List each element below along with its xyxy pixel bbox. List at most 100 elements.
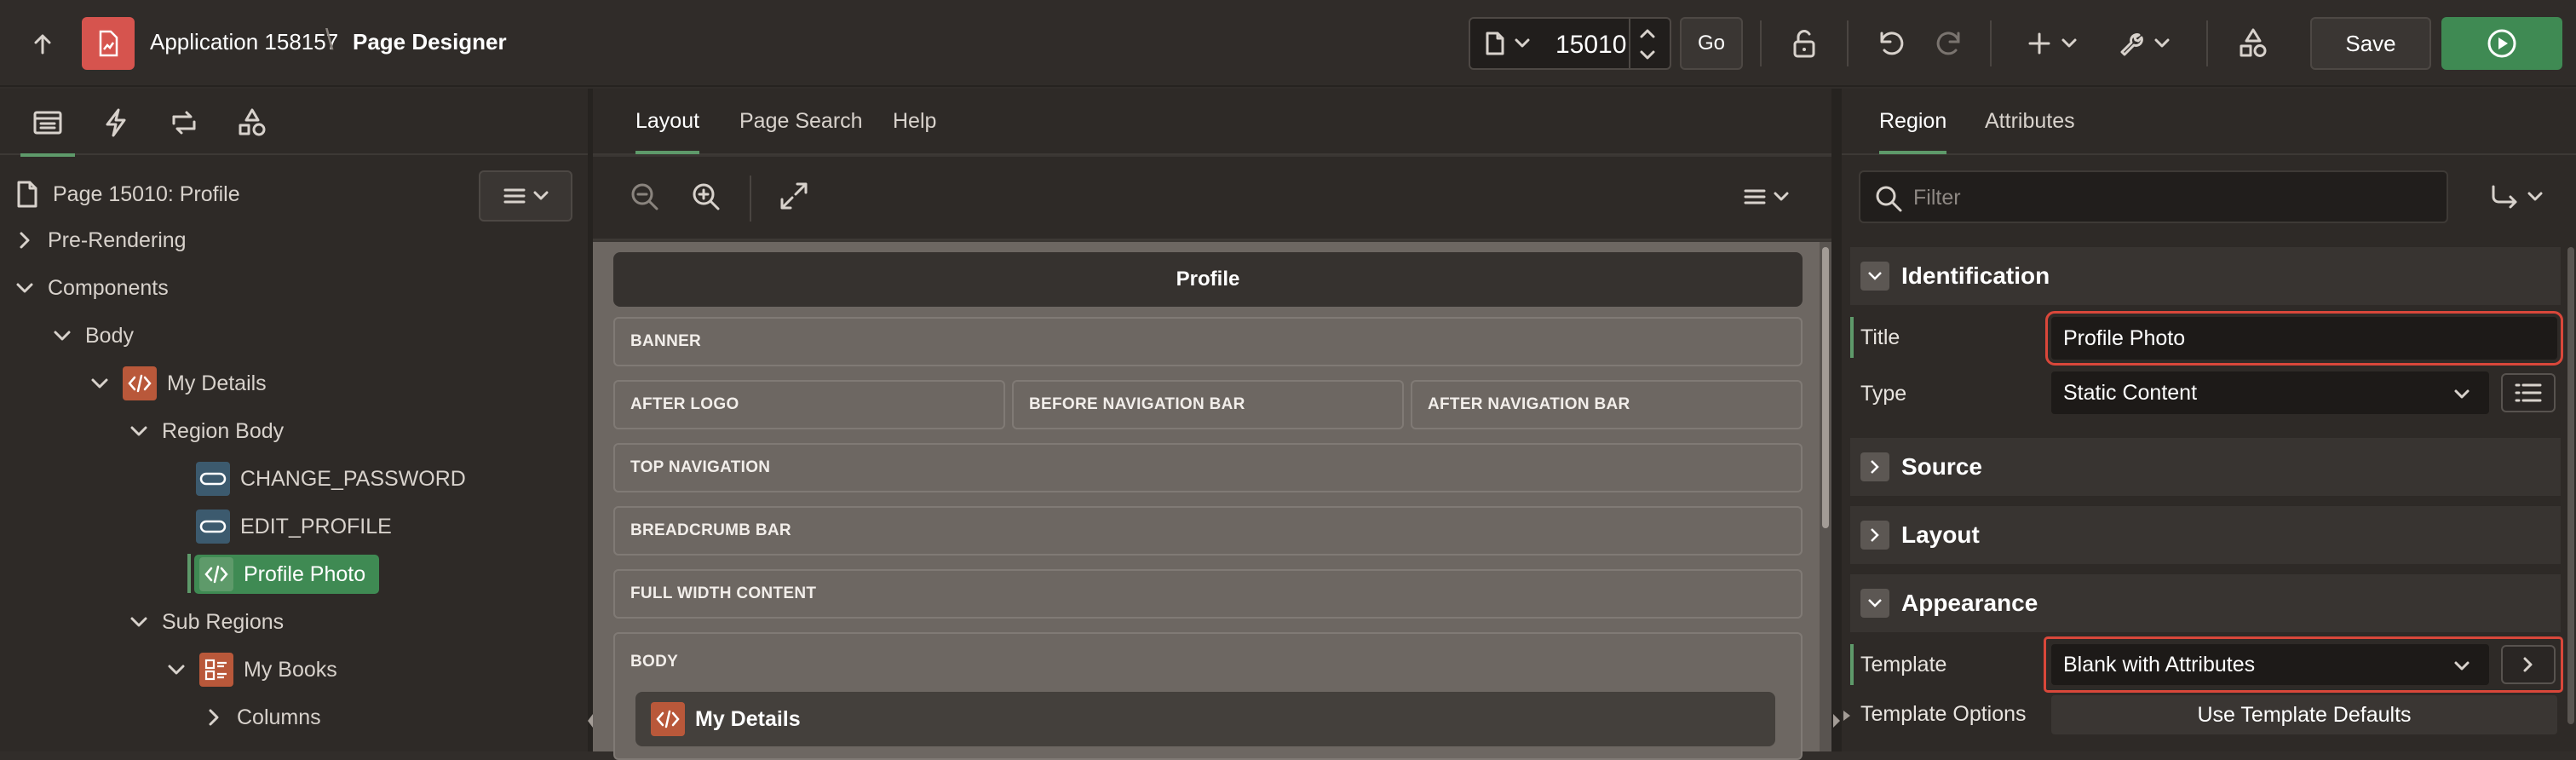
tree-root-page[interactable]: Page 15010: Profile bbox=[12, 172, 240, 216]
region-my-details[interactable]: My Details bbox=[635, 692, 1775, 746]
slot-full-width-content[interactable]: FULL WIDTH CONTENT bbox=[613, 569, 1803, 619]
tab-dynamic-actions[interactable] bbox=[97, 104, 135, 141]
lock-icon[interactable] bbox=[1785, 24, 1825, 63]
tree-item-edit-profile[interactable]: EDIT_PROFILE bbox=[196, 504, 392, 549]
utilities-wrench-icon[interactable] bbox=[2116, 24, 2176, 63]
title-label: Title bbox=[1860, 325, 1900, 349]
tree-item-components[interactable]: Components bbox=[14, 266, 169, 310]
application-name[interactable]: Application 158157 bbox=[150, 29, 338, 55]
go-button[interactable]: Go bbox=[1680, 17, 1743, 70]
save-button[interactable]: Save bbox=[2310, 17, 2431, 70]
shared-components-icon[interactable] bbox=[2234, 24, 2273, 63]
list-picker-button[interactable] bbox=[2501, 373, 2556, 412]
template-link-button[interactable] bbox=[2501, 645, 2556, 684]
undo-icon[interactable] bbox=[1871, 24, 1910, 63]
page-title[interactable]: Profile bbox=[613, 252, 1803, 307]
chevron-down-icon bbox=[91, 378, 108, 389]
title-input[interactable]: Profile Photo bbox=[2045, 311, 2563, 366]
property-tabs: Region Attributes bbox=[1842, 89, 2576, 155]
chevron-right-icon[interactable] bbox=[1860, 452, 1889, 481]
tree-item-region-body[interactable]: Region Body bbox=[128, 409, 284, 453]
tree-item-my-details[interactable]: My Details bbox=[89, 361, 267, 406]
tab-layout[interactable]: Layout bbox=[635, 109, 700, 154]
tab-processing[interactable] bbox=[165, 104, 203, 141]
right-splitter[interactable] bbox=[1831, 89, 1842, 751]
button-icon bbox=[196, 462, 230, 496]
prop-type: Type Static Content bbox=[1850, 368, 2561, 419]
expand-icon[interactable] bbox=[779, 181, 809, 211]
zoom-out-icon[interactable] bbox=[629, 181, 661, 213]
menu-icon bbox=[503, 188, 526, 204]
chevron-right-icon bbox=[209, 709, 219, 726]
increment-icon[interactable] bbox=[1639, 27, 1656, 39]
type-select[interactable]: Static Content bbox=[2051, 371, 2489, 414]
layout-menu-button[interactable] bbox=[1743, 186, 1794, 210]
slot-banner[interactable]: BANNER bbox=[613, 317, 1803, 366]
tree-menu-button[interactable] bbox=[479, 170, 572, 222]
tree-item-profile-photo[interactable]: Profile Photo bbox=[194, 552, 380, 596]
filter-input[interactable] bbox=[1912, 182, 2423, 213]
tree-item-body[interactable]: Body bbox=[51, 314, 134, 358]
template-select[interactable]: Blank with Attributes bbox=[2051, 644, 2489, 685]
tree-item-my-books[interactable]: My Books bbox=[165, 648, 337, 692]
chevron-right-icon bbox=[20, 232, 30, 249]
tree-root-label: Page 15010: Profile bbox=[53, 181, 240, 206]
canvas-scrollbar[interactable] bbox=[1820, 242, 1831, 751]
search-icon bbox=[1876, 186, 1902, 212]
chevron-right-icon[interactable] bbox=[1860, 521, 1889, 550]
tab-help[interactable]: Help bbox=[893, 109, 936, 134]
template-options-button[interactable]: Use Template Defaults bbox=[2051, 695, 2557, 734]
section-source[interactable]: Source bbox=[1850, 438, 2561, 496]
slot-before-navigation-bar[interactable]: BEFORE NAVIGATION BAR bbox=[1012, 380, 1404, 429]
up-arrow-icon[interactable] bbox=[26, 27, 60, 61]
expand-arrow-icon bbox=[1843, 711, 1850, 721]
slot-top-navigation[interactable]: TOP NAVIGATION bbox=[613, 443, 1803, 492]
section-layout[interactable]: Layout bbox=[1850, 506, 2561, 564]
top-toolbar: Application 158157 \ Page Designer 15010… bbox=[0, 0, 2576, 87]
list-icon bbox=[2515, 383, 2542, 402]
chevron-down-icon[interactable] bbox=[1860, 589, 1889, 618]
chevron-down-icon[interactable] bbox=[1860, 262, 1889, 291]
tab-shared-components[interactable] bbox=[233, 104, 271, 141]
chevron-down-icon bbox=[130, 426, 147, 436]
tab-region[interactable]: Region bbox=[1879, 109, 1947, 154]
play-icon bbox=[2487, 29, 2516, 58]
page-designer-title: Page Designer bbox=[353, 29, 507, 55]
chevron-down-icon bbox=[168, 665, 185, 675]
zoom-in-icon[interactable] bbox=[690, 181, 722, 213]
section-appearance[interactable]: Appearance bbox=[1850, 574, 2561, 632]
selection-marker bbox=[187, 554, 191, 593]
tree-item-change-password[interactable]: CHANGE_PASSWORD bbox=[196, 457, 466, 501]
layout-canvas[interactable]: Profile BANNER AFTER LOGO BEFORE NAVIGAT… bbox=[593, 242, 1820, 760]
chevron-down-icon bbox=[2527, 192, 2543, 201]
slot-after-navigation-bar[interactable]: AFTER NAVIGATION BAR bbox=[1411, 380, 1803, 429]
rendering-icon bbox=[33, 111, 62, 135]
chevron-down-icon[interactable] bbox=[1515, 37, 1530, 49]
chevron-down-icon bbox=[54, 331, 71, 341]
create-menu-button[interactable] bbox=[2024, 24, 2084, 63]
property-editor: Region Attributes Identification Title P… bbox=[1842, 89, 2576, 751]
decrement-icon[interactable] bbox=[1639, 49, 1656, 61]
redo-icon[interactable] bbox=[1930, 24, 1969, 63]
slot-after-logo[interactable]: AFTER LOGO bbox=[613, 380, 1005, 429]
tab-attributes[interactable]: Attributes bbox=[1985, 109, 2075, 134]
expand-arrow-icon bbox=[1833, 714, 1840, 728]
button-icon bbox=[196, 510, 230, 544]
static-content-icon bbox=[199, 557, 233, 591]
page-number-input[interactable]: 15010 bbox=[1555, 31, 1626, 60]
prop-template: Template Blank with Attributes bbox=[1850, 636, 2563, 693]
run-page-button[interactable] bbox=[2441, 17, 2562, 70]
page-selector[interactable]: 15010 bbox=[1469, 17, 1671, 70]
tree-item-columns[interactable]: Columns bbox=[203, 695, 321, 740]
tree-item-sub-regions[interactable]: Sub Regions bbox=[128, 600, 284, 644]
tree-item-pre-rendering[interactable]: Pre-Rendering bbox=[14, 218, 187, 262]
section-identification[interactable]: Identification bbox=[1850, 247, 2561, 305]
tab-rendering[interactable] bbox=[20, 104, 75, 157]
filter-box[interactable] bbox=[1859, 170, 2448, 223]
template-options-label: Template Options bbox=[1860, 702, 2027, 726]
app-icon[interactable] bbox=[82, 17, 135, 70]
slot-breadcrumb-bar[interactable]: BREADCRUMB BAR bbox=[613, 506, 1803, 556]
go-to-group-button[interactable] bbox=[2469, 170, 2564, 223]
property-scrollbar[interactable] bbox=[2566, 242, 2576, 751]
tab-page-search[interactable]: Page Search bbox=[739, 109, 863, 134]
